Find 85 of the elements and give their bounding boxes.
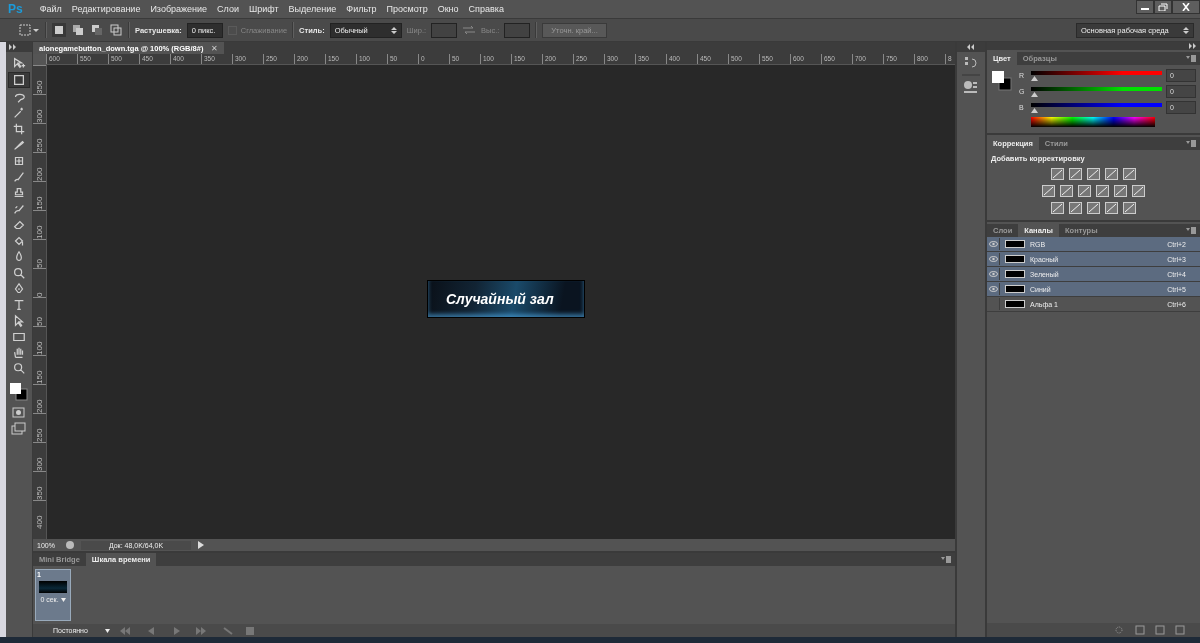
button-image-text: Случайный зал <box>446 291 554 307</box>
fg-bg-color-icon[interactable] <box>991 69 1013 93</box>
updown-arrows-icon <box>1183 25 1189 35</box>
ruler-label: 200 <box>35 398 44 413</box>
menu-item[interactable]: Шрифт <box>244 4 284 14</box>
restore-icon <box>1158 3 1168 11</box>
ruler-label: 200 <box>35 166 44 181</box>
adjustment-icon[interactable] <box>1096 185 1109 197</box>
ruler-label: 300 <box>35 456 44 471</box>
adjustment-icon[interactable] <box>1060 185 1073 197</box>
adjustment-icon[interactable] <box>1069 202 1082 214</box>
color-slider[interactable] <box>1031 86 1162 91</box>
color-slider[interactable] <box>1031 70 1162 75</box>
expand-arrows-icon[interactable] <box>9 44 17 50</box>
adjustment-icon[interactable] <box>1123 202 1136 214</box>
color-slider[interactable] <box>1031 102 1162 107</box>
height-field[interactable] <box>504 22 531 38</box>
ruler-label: 50 <box>35 258 44 268</box>
menu-item[interactable]: Справка <box>463 4 509 14</box>
expand-arrows-icon[interactable] <box>1189 43 1197 49</box>
adjustment-icon[interactable] <box>1078 185 1091 197</box>
frame-thumbnail <box>39 581 67 593</box>
ruler-label: 150 <box>35 195 44 210</box>
adjustment-icon[interactable] <box>1132 185 1145 197</box>
color-spectrum[interactable] <box>1031 117 1155 127</box>
adjustment-icon[interactable] <box>1087 168 1100 180</box>
minimize-button[interactable] <box>1136 0 1154 14</box>
subtract-selection-icon[interactable] <box>90 23 104 37</box>
menu-item[interactable]: Окно <box>432 4 464 14</box>
ruler-label: 50 <box>35 316 44 326</box>
collapse-arrows-icon[interactable] <box>967 44 975 50</box>
menu-item[interactable]: Фильтр <box>341 4 382 14</box>
menu-item[interactable]: Слои <box>212 4 244 14</box>
ruler-label: 400 <box>35 514 44 529</box>
panel-menu-icon[interactable] <box>1186 226 1196 235</box>
adjustment-icon[interactable] <box>1105 202 1118 214</box>
ruler-label: 100 <box>35 224 44 239</box>
adjustment-icon[interactable] <box>1105 168 1118 180</box>
screen-mode-icon[interactable] <box>11 422 27 436</box>
caret-icon[interactable] <box>60 597 66 602</box>
menu-item[interactable]: Изображение <box>145 4 213 14</box>
menu-item[interactable]: Просмотр <box>381 4 433 14</box>
channel-thumbnail <box>1005 285 1025 293</box>
ruler-label: 300 <box>35 108 44 123</box>
panel-menu-icon[interactable] <box>1186 139 1196 148</box>
channel-thumbnail <box>1005 255 1025 263</box>
ruler-label: 350 <box>35 485 44 500</box>
status-menu-icon[interactable] <box>197 540 205 550</box>
ruler-label: 150 <box>35 369 44 384</box>
channel-thumbnail <box>1005 300 1025 308</box>
quick-mask-icon[interactable] <box>11 406 27 420</box>
ruler-label: 250 <box>35 427 44 442</box>
width-field[interactable] <box>431 22 458 38</box>
menu-item[interactable]: Файл <box>34 4 67 14</box>
new-selection-icon[interactable] <box>52 23 66 37</box>
status-icon[interactable] <box>65 540 75 550</box>
channel-thumbnail <box>1005 240 1025 248</box>
add-selection-icon[interactable] <box>71 23 85 37</box>
actions-panel-icon[interactable] <box>963 80 979 94</box>
history-panel-icon[interactable] <box>963 56 979 70</box>
ruler-label: 0 <box>35 291 44 297</box>
adjustment-icon[interactable] <box>1051 202 1064 214</box>
caret-icon[interactable] <box>105 628 110 633</box>
panel-menu-icon[interactable] <box>941 555 951 564</box>
adjustment-icon[interactable] <box>1087 202 1100 214</box>
adjustment-icon[interactable] <box>1042 185 1055 197</box>
marquee-tool-icon[interactable] <box>8 72 30 88</box>
close-icon <box>1181 3 1191 11</box>
ruler-label: 250 <box>35 137 44 152</box>
channel-thumbnail <box>1005 270 1025 278</box>
close-button[interactable] <box>1172 0 1200 14</box>
adjustment-icon[interactable] <box>1114 185 1127 197</box>
ruler-label: 100 <box>35 340 44 355</box>
adjustment-icon[interactable] <box>1051 168 1064 180</box>
adjustment-icon[interactable] <box>1123 168 1136 180</box>
adjustment-icon[interactable] <box>1069 168 1082 180</box>
intersect-selection-icon[interactable] <box>109 23 123 37</box>
color-swatches-icon[interactable] <box>8 380 30 404</box>
menu-item[interactable]: Редактирование <box>66 4 146 14</box>
restore-button[interactable] <box>1154 0 1172 14</box>
marquee-tool-icon[interactable] <box>18 23 40 37</box>
updown-arrows-icon <box>390 25 397 35</box>
ruler-label: 350 <box>35 79 44 94</box>
panel-menu-icon[interactable] <box>1186 54 1196 63</box>
menu-item[interactable]: Выделение <box>283 4 342 14</box>
